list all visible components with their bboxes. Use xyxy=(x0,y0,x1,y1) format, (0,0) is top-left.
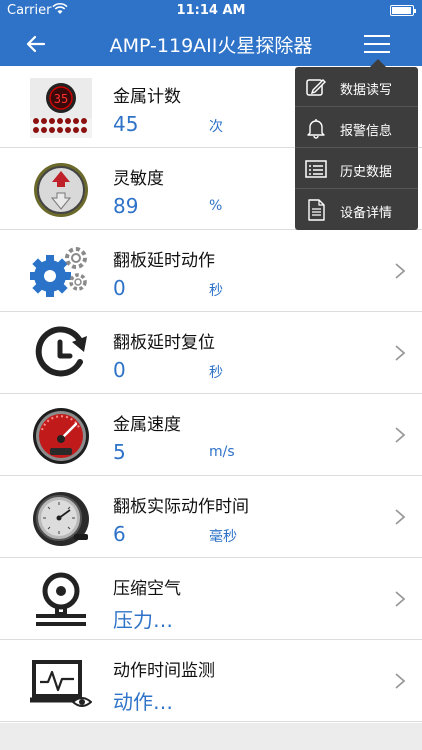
list-item-compressed-air[interactable]: 压缩空气 压力… xyxy=(0,558,422,640)
list-item-flap-action-time[interactable]: 翻板实际动作时间 6 毫秒 xyxy=(0,476,422,558)
row-unit: 秒 xyxy=(209,283,223,299)
menu-item-history-data[interactable]: 历史数据 xyxy=(295,149,418,189)
page-title: AMP-119AII火星探除器 xyxy=(109,35,313,57)
row-unit: 毫秒 xyxy=(209,529,237,545)
menu-item-label: 历史数据 xyxy=(340,165,393,180)
speedometer-icon xyxy=(33,408,89,464)
gauge-icon xyxy=(33,492,89,546)
status-bar: Carrier 11:14 AM xyxy=(0,0,422,22)
chevron-right-icon[interactable] xyxy=(394,590,406,608)
menu-item-device-details[interactable]: 设备详情 xyxy=(295,190,418,230)
dropdown-menu: 数据读写 报警信息 历史数据 设备详情 xyxy=(295,67,418,230)
edit-icon xyxy=(306,79,326,96)
battery-icon xyxy=(390,5,416,16)
row-value: 动作… xyxy=(113,690,173,714)
hamburger-menu-icon[interactable] xyxy=(362,33,392,55)
list-item-metal-speed[interactable]: 金属速度 5 m/s xyxy=(0,394,422,476)
monitor-icon xyxy=(30,660,92,707)
row-label: 金属速度 xyxy=(113,415,181,435)
chevron-right-icon[interactable] xyxy=(394,672,406,690)
row-unit: % xyxy=(209,198,223,214)
row-value: 5 xyxy=(113,440,126,464)
list-item-action-time-monitor[interactable]: 动作时间监测 动作… xyxy=(0,640,422,722)
chevron-right-icon[interactable] xyxy=(394,508,406,526)
row-label: 翻板延时复位 xyxy=(113,333,215,353)
row-value: 6 xyxy=(113,522,126,546)
pressure-gauge-icon xyxy=(36,572,86,626)
row-unit: m/s xyxy=(209,444,235,460)
clock-time: 11:14 AM xyxy=(176,3,246,18)
chevron-right-icon[interactable] xyxy=(394,426,406,444)
menu-item-label: 设备详情 xyxy=(340,206,393,221)
dropdown-notch xyxy=(370,59,386,67)
row-value: 压力… xyxy=(113,608,173,632)
row-label: 动作时间监测 xyxy=(113,661,215,681)
gears-icon xyxy=(30,247,87,297)
bell-icon xyxy=(307,119,325,139)
document-icon xyxy=(308,199,325,221)
metal-counter-icon: 35 xyxy=(30,78,92,138)
clock-reset-icon xyxy=(35,326,87,377)
row-value: 0 xyxy=(113,276,126,300)
row-label: 翻板实际动作时间 xyxy=(113,497,249,517)
row-value: 0 xyxy=(113,358,126,382)
row-label: 翻板延时动作 xyxy=(113,251,215,271)
chevron-right-icon[interactable] xyxy=(394,262,406,280)
menu-item-label: 数据读写 xyxy=(340,83,393,98)
row-label: 金属计数 xyxy=(113,87,181,107)
list-item-flap-delay-action[interactable]: 翻板延时动作 0 秒 xyxy=(0,230,422,312)
row-value: 45 xyxy=(113,112,139,136)
nav-bar: AMP-119AII火星探除器 xyxy=(0,22,422,66)
menu-item-label: 报警信息 xyxy=(340,124,393,139)
menu-item-alarm-info[interactable]: 报警信息 xyxy=(295,108,418,148)
row-label: 灵敏度 xyxy=(113,169,164,189)
back-arrow-icon[interactable] xyxy=(22,31,50,57)
list-item-flap-delay-reset[interactable]: 翻板延时复位 0 秒 xyxy=(0,312,422,394)
chevron-right-icon[interactable] xyxy=(394,344,406,362)
list-icon xyxy=(305,160,327,178)
row-label: 压缩空气 xyxy=(113,579,181,599)
menu-item-data-read-write[interactable]: 数据读写 xyxy=(295,67,418,107)
row-unit: 次 xyxy=(209,119,223,135)
row-unit: 秒 xyxy=(209,365,223,381)
counter-display: 35 xyxy=(54,92,68,106)
sensitivity-icon xyxy=(34,163,88,217)
row-value: 89 xyxy=(113,194,139,218)
